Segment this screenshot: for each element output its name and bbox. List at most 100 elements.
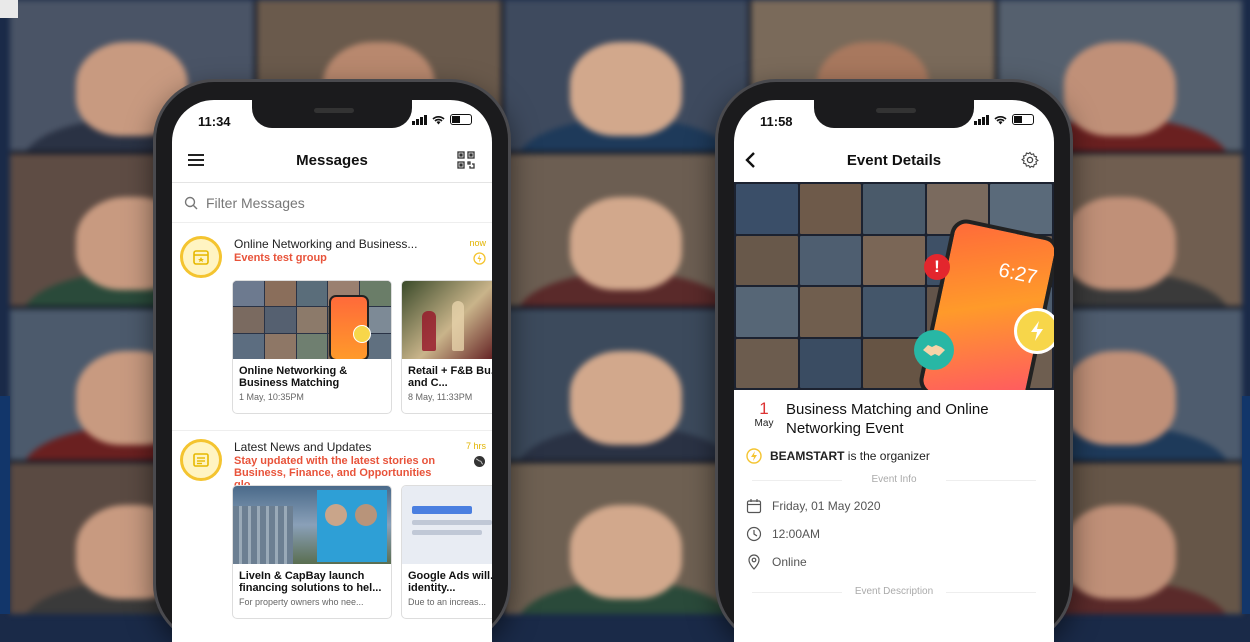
wifi-icon bbox=[994, 115, 1007, 124]
thread-time: 7 hrs bbox=[465, 441, 486, 451]
bolt-icon bbox=[473, 252, 486, 270]
messages-navbar: Messages bbox=[172, 138, 492, 183]
event-location-text: Online bbox=[772, 555, 807, 569]
card-title: Online Networking & Business Matching bbox=[239, 365, 348, 389]
filter-messages-input[interactable] bbox=[204, 194, 468, 212]
thread-title: Online Networking and Business... bbox=[234, 237, 418, 251]
status-time: 11:34 bbox=[198, 114, 231, 129]
participant-head bbox=[1063, 196, 1177, 291]
hero-video-tile bbox=[736, 338, 798, 388]
phone-notch bbox=[252, 100, 412, 128]
messages-screen: 11:34 Messages Online Networ bbox=[172, 100, 492, 642]
event-date-text: Friday, 01 May 2020 bbox=[772, 499, 881, 513]
status-time: 11:58 bbox=[760, 114, 793, 129]
status-icons bbox=[412, 114, 472, 125]
event-card[interactable]: Retail + F&B Bu... Matching and C... 8 M… bbox=[401, 280, 492, 414]
card-meta: For property owners who nee... bbox=[239, 597, 364, 607]
card-meta: 8 May, 11:33PM bbox=[408, 392, 473, 402]
status-icons bbox=[974, 114, 1034, 125]
news-card[interactable]: Google Ads will... require identity... D… bbox=[401, 485, 492, 619]
hero-video-tile bbox=[799, 338, 862, 388]
alert-icon: ! bbox=[924, 254, 950, 280]
hero-video-tile bbox=[863, 184, 925, 234]
qr-code-icon[interactable] bbox=[454, 148, 478, 172]
chevron-left-icon[interactable] bbox=[738, 148, 762, 172]
card-image bbox=[402, 281, 492, 359]
card-title: Retail + F&B Bu... Matching and C... bbox=[408, 365, 492, 389]
wifi-icon bbox=[432, 115, 445, 124]
card-title: LiveIn & CapBay launch financing solutio… bbox=[239, 570, 382, 594]
participant-head bbox=[569, 350, 683, 445]
event-date-badge: 1 May bbox=[752, 399, 776, 430]
participant-head bbox=[569, 42, 683, 137]
globe-icon bbox=[473, 455, 486, 473]
corner-marker bbox=[0, 0, 18, 18]
battery-icon bbox=[450, 114, 472, 125]
participant-head bbox=[569, 505, 683, 599]
phone-event-details: 11:58 Event Details 6:27 ! 1 May Busines… bbox=[718, 82, 1070, 642]
battery-icon bbox=[1012, 114, 1034, 125]
thread-title: Latest News and Updates bbox=[234, 440, 372, 454]
page-title: Messages bbox=[296, 151, 368, 169]
bolt-icon bbox=[746, 448, 762, 464]
event-hero-image: 6:27 ! bbox=[734, 182, 1054, 390]
hero-video-tile bbox=[799, 287, 862, 337]
participant-head bbox=[1063, 505, 1177, 599]
filter-bar bbox=[172, 184, 492, 223]
event-description-label: Event Description bbox=[734, 586, 1054, 597]
message-thread[interactable]: Online Networking and Business... Events… bbox=[172, 228, 492, 428]
handshake-icon bbox=[914, 330, 954, 370]
card-title: Google Ads will... require identity... bbox=[408, 570, 492, 594]
card-image bbox=[402, 486, 492, 564]
participant-head bbox=[1063, 350, 1177, 445]
event-location-row: Online bbox=[746, 554, 807, 570]
event-date-row: Friday, 01 May 2020 bbox=[746, 498, 881, 514]
thread-subtitle: Events test group bbox=[234, 252, 327, 264]
message-thread[interactable]: Latest News and Updates Stay updated wit… bbox=[172, 430, 492, 642]
hero-video-tile bbox=[863, 235, 925, 285]
event-details-screen: 11:58 Event Details 6:27 ! 1 May Busines… bbox=[734, 100, 1054, 642]
news-card[interactable]: LiveIn & CapBay launch financing solutio… bbox=[232, 485, 392, 619]
event-day: 1 bbox=[759, 399, 769, 418]
hero-video-tile bbox=[799, 184, 862, 234]
signal-icon bbox=[412, 114, 427, 125]
participant-head bbox=[1063, 42, 1177, 137]
signal-icon bbox=[974, 114, 989, 125]
video-tile bbox=[504, 154, 748, 306]
card-image bbox=[233, 486, 391, 564]
organizer-name: BEAMSTART bbox=[770, 449, 845, 463]
event-month: May bbox=[754, 418, 774, 429]
gear-icon[interactable] bbox=[1018, 148, 1042, 172]
video-tile bbox=[504, 0, 748, 152]
event-navbar: Event Details bbox=[734, 138, 1054, 183]
clock-icon bbox=[746, 526, 762, 542]
page-title: Event Details bbox=[846, 151, 942, 169]
hamburger-icon[interactable] bbox=[184, 148, 208, 172]
card-meta: Due to an increas... bbox=[408, 597, 487, 607]
event-info-label: Event Info bbox=[734, 474, 1054, 485]
newspaper-icon bbox=[180, 439, 222, 481]
background-band-right bbox=[1242, 396, 1250, 614]
thread-cards: Online Networking & Business Matching 1 … bbox=[232, 280, 492, 414]
bolt-icon bbox=[1014, 308, 1054, 354]
event-card[interactable]: Online Networking & Business Matching 1 … bbox=[232, 280, 392, 414]
calendar-icon bbox=[746, 499, 762, 514]
hero-video-tile bbox=[736, 184, 798, 234]
background-band-left bbox=[0, 396, 10, 614]
search-icon bbox=[184, 196, 198, 210]
hero-phone-clock: 6:27 bbox=[996, 259, 1040, 289]
event-time-text: 12:00AM bbox=[772, 527, 821, 541]
hero-video-tile bbox=[863, 287, 925, 337]
hero-video-tile bbox=[736, 287, 798, 337]
event-time-row: 12:00AM bbox=[746, 526, 820, 542]
thread-cards: LiveIn & CapBay launch financing solutio… bbox=[232, 485, 492, 619]
location-pin-icon bbox=[748, 554, 760, 570]
calendar-star-icon bbox=[180, 236, 222, 278]
phone-notch bbox=[814, 100, 974, 128]
video-tile bbox=[504, 462, 748, 614]
organizer-row[interactable]: BEAMSTART is the organizer bbox=[746, 448, 930, 464]
hero-video-tile bbox=[799, 235, 862, 285]
event-title: Business Matching and Online Networking … bbox=[786, 401, 989, 437]
organizer-suffix: is the organizer bbox=[847, 449, 930, 463]
video-tile bbox=[504, 308, 748, 460]
